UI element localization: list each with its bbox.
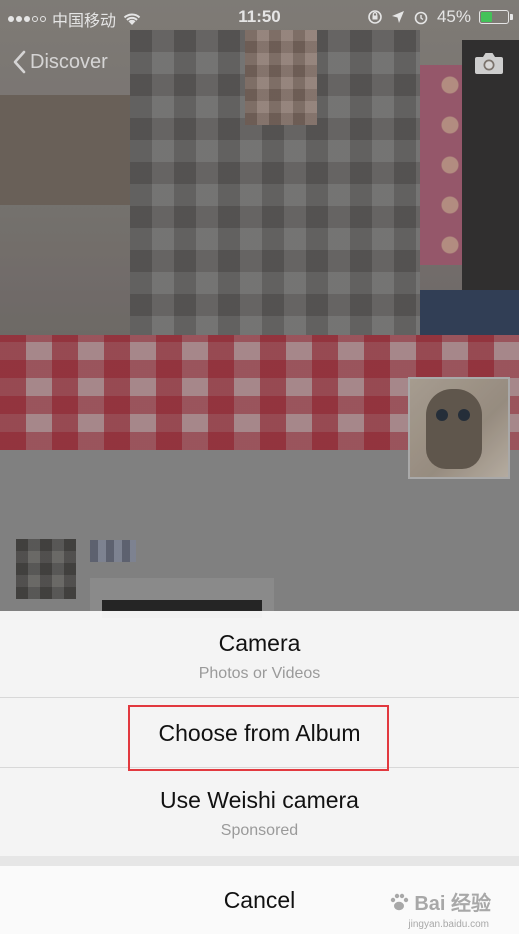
screen: 中国移动 11:50 45% Discover Camera Photos or…: [0, 0, 519, 934]
weishi-option-subtitle: Sponsored: [220, 822, 299, 839]
weishi-camera-option[interactable]: Use Weishi camera Sponsored: [0, 768, 519, 856]
camera-option[interactable]: Camera Photos or Videos: [0, 611, 519, 698]
watermark-url: jingyan.baidu.com: [408, 919, 489, 930]
baidu-watermark: Bai 经验: [388, 887, 491, 916]
weishi-option-title: Use Weishi camera: [160, 787, 359, 813]
watermark-brand: Bai 经验: [414, 893, 491, 915]
paw-icon: [391, 893, 409, 910]
sheet-separator: [0, 856, 519, 866]
camera-option-subtitle: Photos or Videos: [198, 665, 321, 682]
action-sheet: Camera Photos or Videos Choose from Albu…: [0, 611, 519, 934]
camera-option-title: Camera: [218, 630, 301, 656]
album-option-title: Choose from Album: [158, 720, 361, 746]
choose-from-album-option[interactable]: Choose from Album: [0, 698, 519, 768]
